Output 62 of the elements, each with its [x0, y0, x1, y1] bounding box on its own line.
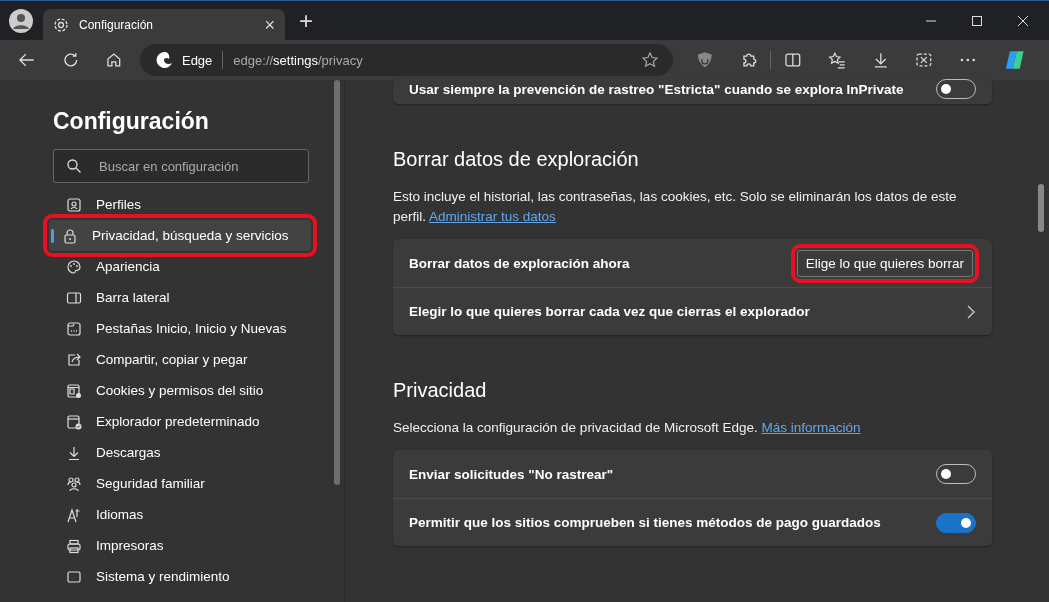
share-icon	[66, 351, 82, 368]
person-card-icon	[66, 196, 82, 213]
browser-tab[interactable]: Configuración ×	[43, 8, 285, 41]
sidebar-item[interactable]: Idiomas	[53, 499, 309, 530]
address-bar[interactable]: Edge edge://settings/privacy	[139, 44, 673, 76]
setting-label: Usar siempre la prevención de rastreo "Estricta" cuando se explora InPrivate	[409, 81, 905, 97]
section-description: Esto incluye el historial, las contraseñas, las cookies, etc. Solo se eliminarán los datos de este perfil. Administrar tus datos	[393, 188, 958, 226]
setting-label: Permitir que los sitios comprueben si tienes métodos de pago guardados	[409, 515, 882, 530]
search-field[interactable]: Buscar en configuración	[53, 149, 309, 183]
link[interactable]: Administrar tus datos	[429, 209, 556, 224]
split-screen-icon[interactable]	[784, 51, 802, 69]
sidebar-item[interactable]: Apariencia	[53, 251, 309, 282]
printer-icon	[66, 537, 82, 554]
setting-label: Elegir lo que quieres borrar cada vez que cierras el explorador	[409, 304, 811, 319]
browser-check-icon	[66, 413, 82, 430]
chevron-right-icon[interactable]	[966, 303, 976, 320]
monitor-icon	[66, 568, 82, 585]
section-heading: Borrar datos de exploración	[393, 148, 640, 171]
sidebar-item[interactable]: Barra lateral	[53, 282, 309, 313]
gear-icon	[53, 16, 69, 33]
sidebar-title: Configuración	[53, 108, 210, 135]
sidebar-item[interactable]: Descargas	[53, 437, 309, 468]
shield-icon[interactable]	[695, 51, 714, 69]
tab-title: Configuración	[79, 17, 155, 32]
site-label: Edge	[181, 52, 213, 68]
new-tab-button[interactable]: +	[299, 8, 313, 33]
back-arrow-icon[interactable]	[18, 51, 36, 69]
scrollbar-thumb[interactable]	[1038, 184, 1044, 232]
scrollbar-thumb[interactable]	[334, 80, 340, 485]
maximize-icon[interactable]	[971, 14, 983, 27]
link[interactable]: Más información	[761, 420, 861, 435]
sidebar-item[interactable]: Perfiles	[53, 189, 309, 220]
star-icon[interactable]	[640, 51, 659, 69]
sidebar-item[interactable]: Explorador predeterminado	[53, 406, 309, 437]
sidebar-item[interactable]: Cookies y permisos del sitio	[53, 375, 309, 406]
refresh-icon[interactable]	[61, 51, 80, 69]
section-heading: Privacidad	[393, 379, 488, 402]
language-icon	[66, 506, 82, 523]
sidebar-item[interactable]: Compartir, copiar y pegar	[53, 344, 309, 375]
screenshot-icon[interactable]	[915, 51, 933, 69]
sidebar-item[interactable]: Pestañas Inicio, Inicio y Nuevas	[53, 313, 309, 344]
sidebar-panel-icon	[66, 289, 82, 306]
profile-avatar-icon[interactable]	[9, 8, 33, 33]
family-icon	[66, 475, 82, 492]
url-text: edge://settings/privacy	[233, 52, 363, 68]
section-description: Selecciona la configuración de privacidad de Microsoft Edge. Más información	[393, 419, 862, 437]
toggle-switch[interactable]	[936, 512, 976, 533]
lock-icon	[62, 227, 78, 244]
close-tab-button[interactable]: ×	[264, 15, 275, 34]
palette-icon	[66, 258, 82, 275]
favorites-icon[interactable]	[827, 51, 846, 69]
close-icon[interactable]	[1017, 14, 1029, 27]
sidebar-item[interactable]: Seguridad familiar	[53, 468, 309, 499]
home-icon[interactable]	[105, 51, 123, 69]
sidebar-item[interactable]: Impresoras	[53, 530, 309, 561]
setting-label: Enviar solicitudes "No rastrear"	[409, 466, 615, 482]
cookie-settings-icon	[66, 382, 82, 399]
edge-logo-icon	[155, 51, 174, 69]
download-icon	[66, 444, 82, 461]
tab-page-icon	[66, 320, 82, 337]
setting-label: Borrar datos de exploración ahora	[409, 255, 631, 271]
sidebar-item[interactable]: Sistema y rendimiento	[53, 561, 309, 592]
